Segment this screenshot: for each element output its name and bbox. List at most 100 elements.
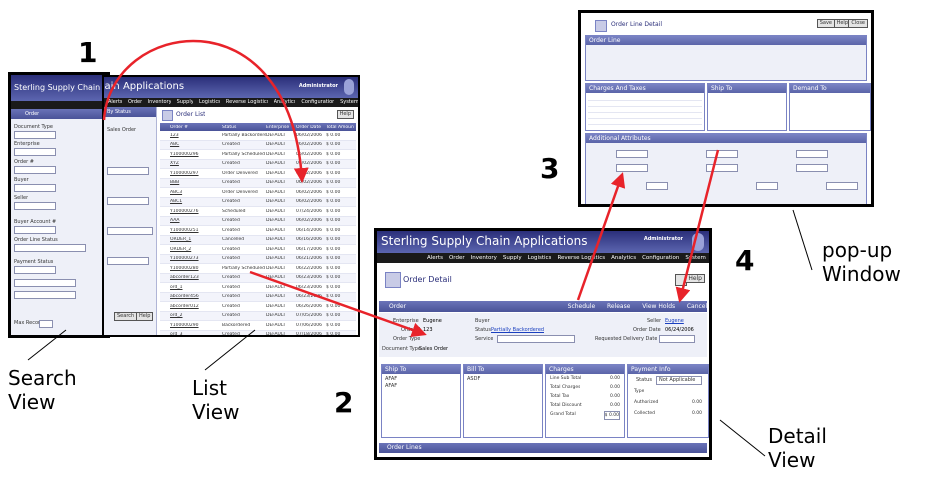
table-row[interactable]: BBB Created DEFAULT 06/02/2006 $ 0.00 [160,178,356,188]
table-row[interactable]: abcorder123 Created DEFAULT 06/23/2006 $ 0.0… [160,273,356,283]
req-delivery-input[interactable] [659,335,695,343]
help-button-search[interactable]: Help [136,312,154,321]
table-row[interactable]: Y100000297 Order Delivered DEFAULT 06/02/20… [160,169,356,179]
list-help-button[interactable]: Help [336,110,354,119]
menu-logistics[interactable]: Logistics [199,98,220,107]
order-no-cell[interactable]: ord_3 [160,332,222,335]
order-no-cell[interactable]: XYZ [160,161,222,166]
order-no-cell[interactable]: abcorder123 [160,275,222,280]
order-lines-bar[interactable]: Order Lines [379,443,707,453]
menu-inventory[interactable]: Inventory [148,98,171,107]
service-select[interactable] [497,335,575,343]
order-no-cell[interactable]: abcorder456 [160,294,222,299]
order-no-input[interactable] [14,166,56,174]
detail-menu-inventory[interactable]: Inventory [471,253,497,263]
order-no-cell[interactable]: ord_1 [160,285,222,290]
menu-configuration[interactable]: Configuration [301,98,334,107]
option-field-2[interactable] [14,291,76,299]
table-row[interactable]: ORDER_2 Created DEFAULT 06/17/2006 $ 0.00 [160,245,356,255]
order-no-cell[interactable]: Y100000297 [160,171,222,176]
table-row[interactable]: ABC1 Created DEFAULT 06/02/2006 $ 0.00 [160,197,356,207]
order-no-cell[interactable]: ABC3 [160,190,222,195]
popup-save-button[interactable]: Save [816,19,835,28]
strip-field-a[interactable] [107,167,149,175]
detail-help-button[interactable]: Help [685,274,705,283]
table-row[interactable]: ORDER_1 Cancelled DEFAULT 06/16/2006 $ 0.00 [160,235,356,245]
table-row[interactable]: Y100000290 Backordered DEFAULT 07/06/2006 $ … [160,321,356,331]
payment-status-select[interactable] [14,266,56,274]
order-no-cell[interactable]: ABC1 [160,199,222,204]
strip-field-b[interactable] [107,197,149,205]
table-row[interactable]: Y100000251 Created DEFAULT 06/14/2006 $ 0.00 [160,226,356,236]
order-no-cell[interactable]: Y100000251 [160,228,222,233]
popup-close-button[interactable]: Close [848,19,868,28]
menu-alerts[interactable]: Alerts [108,98,122,107]
col-order-date[interactable]: Order Date [296,125,326,130]
option-field-1[interactable] [14,279,76,287]
document-type-select[interactable] [14,131,56,139]
order-no-cell[interactable]: ORDER_1 [160,237,222,242]
detail-menu-order[interactable]: Order [449,253,465,263]
seller-input[interactable] [14,202,56,210]
order-no-cell[interactable]: abcorder012 [160,304,222,309]
popup-attr-field-4[interactable] [616,164,648,172]
action-release[interactable]: Release [607,303,630,310]
enterprise-input[interactable] [14,148,56,156]
order-no-cell[interactable]: BBB [160,180,222,185]
detail-menu-supply[interactable]: Supply [503,253,522,263]
table-row[interactable]: Y100000280 Partially Scheduled DEFAULT 06/2… [160,264,356,274]
table-row[interactable]: abcorder456 Created DEFAULT 06/23/2006 $ 0.0… [160,292,356,302]
menu-reverse-logistics[interactable]: Reverse Logistics [226,98,268,107]
table-row[interactable]: ord_3 Created DEFAULT 07/18/2006 $ 0.00 [160,330,356,335]
max-records-input[interactable] [39,320,53,328]
strip-field-c[interactable] [107,227,153,235]
order-no-cell[interactable]: ABC [160,142,222,147]
table-row[interactable]: abcorder012 Created DEFAULT 06/26/2006 $ 0.0… [160,302,356,312]
popup-attr-field-8[interactable] [756,182,778,190]
table-row[interactable]: Y100000276 Scheduled DEFAULT 07/24/2006 $ 0.… [160,207,356,217]
popup-attr-field-7[interactable] [646,182,668,190]
order-no-cell[interactable]: ORDER_2 [160,247,222,252]
menu-analytics[interactable]: Analytics [274,98,296,107]
table-row[interactable]: XYZ Created DEFAULT 06/02/2006 $ 0.00 [160,159,356,169]
popup-attr-field-3[interactable] [796,150,828,158]
table-row[interactable]: Y100000296 Partially Scheduled DEFAULT 06/0… [160,150,356,160]
search-button[interactable]: Search [114,312,138,321]
order-no-cell[interactable]: Y100000280 [160,266,222,271]
detail-menu-logistics[interactable]: Logistics [528,253,552,263]
popup-attr-field-5[interactable] [706,164,738,172]
table-row[interactable]: ord_2 Created DEFAULT 07/05/2006 $ 0.00 [160,311,356,321]
order-no-cell[interactable]: Y100000290 [160,323,222,328]
order-no-cell[interactable]: Y100000296 [160,152,222,157]
line-status-select[interactable] [14,244,86,252]
order-no-cell[interactable]: 123 [160,133,222,138]
col-enterprise[interactable]: Enterprise [266,125,296,130]
table-row[interactable]: ABC3 Order Delivered DEFAULT 06/02/2006 $ 0.… [160,188,356,198]
buyer-account-input[interactable] [14,226,56,234]
action-cancel[interactable]: Cancel [687,303,707,310]
menu-system[interactable]: System [340,98,358,107]
order-no-cell[interactable]: AAA [160,218,222,223]
table-row[interactable]: ABC Created DEFAULT 06/02/2006 $ 0.00 [160,140,356,150]
table-row[interactable]: ord_1 Created DEFAULT 06/23/2006 $ 0.00 [160,283,356,293]
order-no-cell[interactable]: ord_2 [160,313,222,318]
popup-attr-field-6[interactable] [796,164,828,172]
popup-attr-field-2[interactable] [706,150,738,158]
order-no-cell[interactable]: Y100000276 [160,209,222,214]
table-row[interactable]: 123 Partially Backordered DEFAULT 06/02/200… [160,131,356,141]
action-view-holds[interactable]: View Holds [642,303,675,310]
col-total[interactable]: Total Amount [326,125,354,130]
detail-menu-system[interactable]: System [685,253,706,263]
menu-supply[interactable]: Supply [177,98,193,107]
detail-menu-configuration[interactable]: Configuration [642,253,679,263]
payment-status-select[interactable]: Not Applicable [656,376,702,385]
table-row[interactable]: Y100000273 Created DEFAULT 06/21/2006 $ 0.00 [160,254,356,264]
order-no-cell[interactable]: Y100000273 [160,256,222,261]
detail-menu-alerts[interactable]: Alerts [427,253,443,263]
table-row[interactable]: AAA Created DEFAULT 06/02/2006 $ 0.00 [160,216,356,226]
status-value[interactable]: Partially Backordered [491,327,544,334]
menu-order[interactable]: Order [128,98,142,107]
col-order-no[interactable]: Order # [160,125,222,130]
popup-attr-field-1[interactable] [616,150,648,158]
col-status[interactable]: Status [222,125,266,130]
